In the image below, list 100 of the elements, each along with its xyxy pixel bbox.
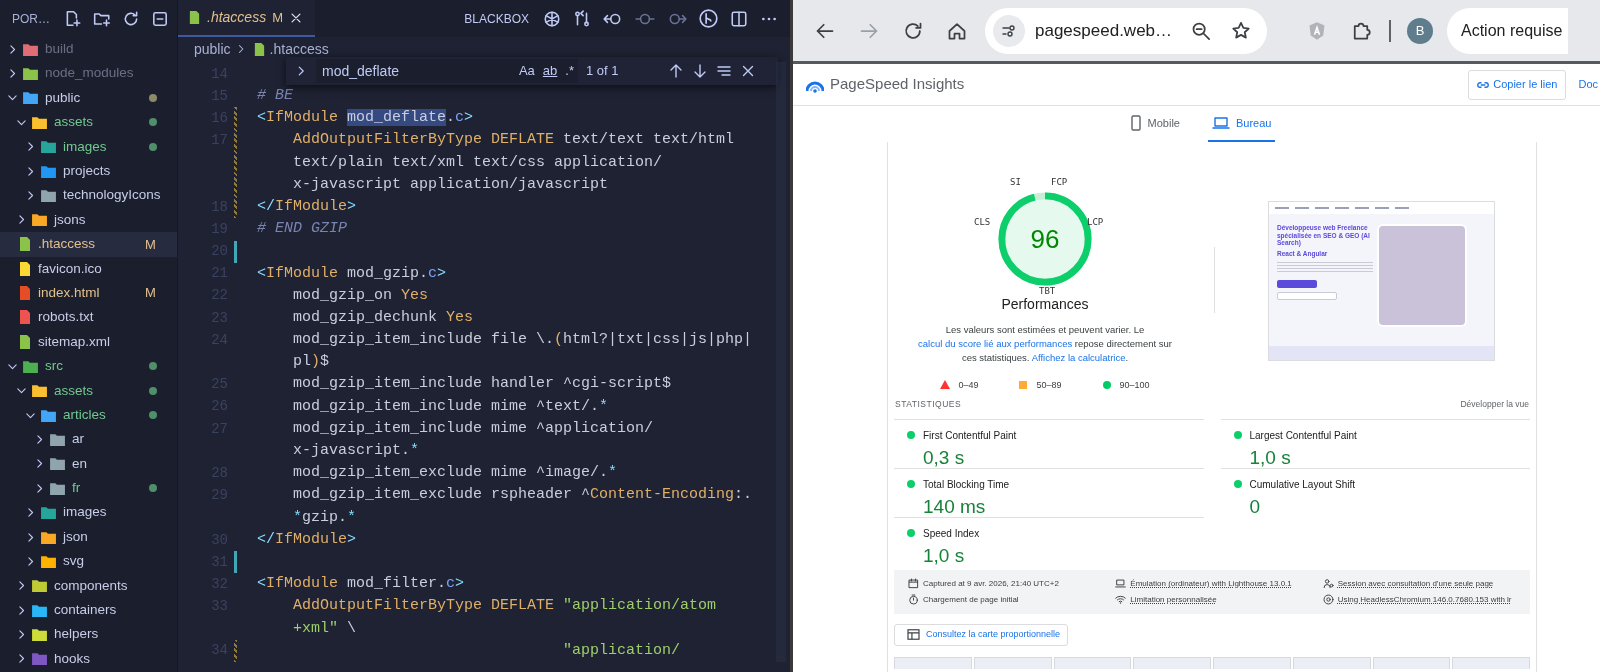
extension-label[interactable]: BLACKBOX bbox=[464, 9, 529, 28]
info-link[interactable]: Limitation personnalisée bbox=[1130, 593, 1217, 606]
tab-label: .htaccess bbox=[207, 8, 267, 27]
tree-item[interactable]: articles bbox=[0, 402, 177, 428]
metric-value: 0,3 s bbox=[923, 445, 966, 470]
tree-item[interactable]: ar bbox=[0, 427, 177, 452]
tree-item[interactable]: .htaccess M bbox=[0, 232, 177, 257]
calendar-icon bbox=[908, 578, 919, 590]
secondary-cta-drawing bbox=[1277, 292, 1337, 301]
code-line: text/plain text/xml text/css application/ bbox=[292, 152, 663, 173]
breadcrumb-item[interactable]: .htaccess bbox=[269, 38, 329, 60]
tree-item[interactable]: technologyIcons bbox=[0, 183, 177, 208]
code-line: *gzip.* bbox=[292, 507, 357, 528]
code-line: <IfModule mod_filter.c> bbox=[257, 574, 465, 595]
tree-item[interactable]: svg bbox=[0, 549, 177, 574]
compare-icon[interactable] bbox=[573, 9, 591, 28]
legend-label: 90–100 bbox=[1119, 378, 1150, 392]
tree-item[interactable]: favicon.ico bbox=[0, 256, 177, 281]
git-status-label: M bbox=[272, 8, 283, 27]
laptop-icon bbox=[1115, 578, 1127, 590]
link[interactable]: calcul du score lié aux performances bbox=[918, 337, 1073, 349]
tree-item[interactable]: helpers bbox=[0, 622, 177, 647]
breadcrumb-item[interactable]: public bbox=[194, 38, 231, 60]
code-line: <IfModule mod_gzip.c> bbox=[257, 263, 447, 284]
code-line: x-javascript.* bbox=[292, 441, 420, 462]
code-line: AddOutputFilterByType DEFLATE text/text text/html bbox=[292, 130, 735, 151]
branch-circle-icon[interactable] bbox=[699, 9, 718, 28]
description-text: Les valeurs sont estimées et peuvent varier. Le calcul du score lié aux performances repose directement sur ces statistiques. Affichez la calculatrice. bbox=[917, 322, 1173, 365]
file-icon bbox=[252, 41, 266, 57]
info-link[interactable]: Session avec consultation d’une seule page bbox=[1337, 577, 1494, 590]
metric-label: LCP bbox=[1087, 216, 1104, 229]
code-line: mod_gzip_item_exclude mime ^image/.* bbox=[292, 463, 618, 484]
tree-item[interactable]: robots.txt bbox=[0, 305, 177, 330]
expand-view-link[interactable]: Développer la vue bbox=[1460, 398, 1529, 411]
split-editor-icon[interactable] bbox=[730, 9, 748, 28]
match-count: 1 of 1 bbox=[586, 62, 620, 81]
code-line: # BE bbox=[257, 86, 293, 107]
app-title: PageSpeed Insights bbox=[830, 74, 966, 95]
code-line: </IfModule> bbox=[257, 196, 357, 217]
address-bar[interactable]: pagespeed.web… bbox=[985, 7, 1267, 54]
cta-drawing bbox=[1277, 280, 1317, 289]
copy-link-button[interactable]: Copier le lien bbox=[1468, 69, 1567, 100]
lines-icon[interactable] bbox=[716, 63, 732, 79]
tree-item[interactable]: en bbox=[0, 451, 177, 477]
new-file-icon[interactable] bbox=[64, 9, 82, 28]
code-line: pl)$ bbox=[292, 352, 330, 373]
find-option[interactable]: Aa bbox=[518, 61, 535, 81]
find-input[interactable]: mod_deflate Aa ab .* bbox=[316, 59, 578, 83]
info-link[interactable]: Using HeadlessChromium 146.0.7680.153 with lr bbox=[1337, 593, 1512, 606]
tree-item[interactable]: images bbox=[0, 500, 177, 525]
profile-avatar[interactable]: B bbox=[1407, 17, 1433, 44]
info-text: Captured at 9 avr. 2026, 21:40 UTC+2 bbox=[923, 577, 1059, 590]
code-line: mod_gzip_dechunk Yes bbox=[292, 307, 474, 328]
docs-link[interactable]: Doc bbox=[1578, 76, 1598, 93]
puzzle-icon[interactable] bbox=[1351, 20, 1371, 41]
editor-tab[interactable]: .htaccess M bbox=[178, 0, 315, 37]
tree-item[interactable]: images bbox=[0, 134, 177, 159]
tree-item[interactable]: index.html M bbox=[0, 280, 177, 306]
code-line: mod_gzip_item_exclude rspheader ^Content-Encoding:. bbox=[292, 485, 753, 506]
tree-item[interactable]: components bbox=[0, 573, 177, 598]
device-tab[interactable]: Bureau bbox=[1207, 106, 1276, 142]
legend-label: 50–89 bbox=[1036, 378, 1062, 392]
metric-value: 1,0 s bbox=[1249, 445, 1292, 470]
refresh-icon[interactable] bbox=[122, 9, 140, 28]
metric-value: 1,0 s bbox=[923, 543, 966, 568]
treemap-button[interactable]: Consultez la carte proportionnelle bbox=[894, 623, 1068, 646]
zoom-out-icon[interactable] bbox=[1191, 20, 1211, 41]
tree-item[interactable]: src bbox=[0, 354, 177, 379]
tree-item[interactable]: assets bbox=[0, 378, 177, 403]
tree-item[interactable]: hooks bbox=[0, 646, 177, 672]
find-option[interactable]: ab bbox=[542, 61, 558, 81]
file-icon bbox=[188, 10, 201, 25]
tree-item[interactable]: projects bbox=[0, 158, 177, 184]
tree-item[interactable]: public bbox=[0, 85, 177, 111]
close-icon[interactable] bbox=[740, 63, 756, 79]
collapse-all-icon[interactable] bbox=[151, 9, 169, 28]
laptop-icon bbox=[1211, 116, 1230, 130]
tree-item[interactable]: json bbox=[0, 524, 177, 550]
tune-icon bbox=[1001, 22, 1017, 39]
tree-item[interactable]: fr bbox=[0, 476, 177, 501]
tree-item[interactable]: jsons bbox=[0, 207, 177, 233]
arrow-down-icon[interactable] bbox=[692, 63, 708, 79]
find-option[interactable]: .* bbox=[565, 61, 574, 81]
tree-item[interactable]: sitemap.xml bbox=[0, 329, 177, 355]
metric-name: Total Blocking Time bbox=[923, 477, 1010, 492]
site-settings-button[interactable] bbox=[993, 14, 1025, 47]
home-icon[interactable] bbox=[947, 20, 967, 41]
toolbar-divider bbox=[1389, 19, 1391, 42]
info-link[interactable]: Émulation (ordinateur) with Lighthouse 13.0.1 bbox=[1130, 577, 1292, 590]
phone-icon bbox=[1129, 115, 1142, 131]
tree-item[interactable]: containers bbox=[0, 598, 177, 623]
device-tab[interactable]: Mobile bbox=[1125, 106, 1184, 142]
action-required-button[interactable]: Action requise bbox=[1447, 7, 1569, 54]
knot-icon[interactable] bbox=[543, 9, 561, 28]
tree-item[interactable]: assets bbox=[0, 110, 177, 135]
reload-icon[interactable] bbox=[903, 20, 923, 41]
star-icon[interactable] bbox=[1231, 20, 1251, 41]
code-line: # END GZIP bbox=[257, 219, 347, 240]
code-line: mod_gzip_item_include handler ^cgi-script$ bbox=[292, 374, 672, 395]
arrow-up-icon[interactable] bbox=[668, 63, 684, 79]
